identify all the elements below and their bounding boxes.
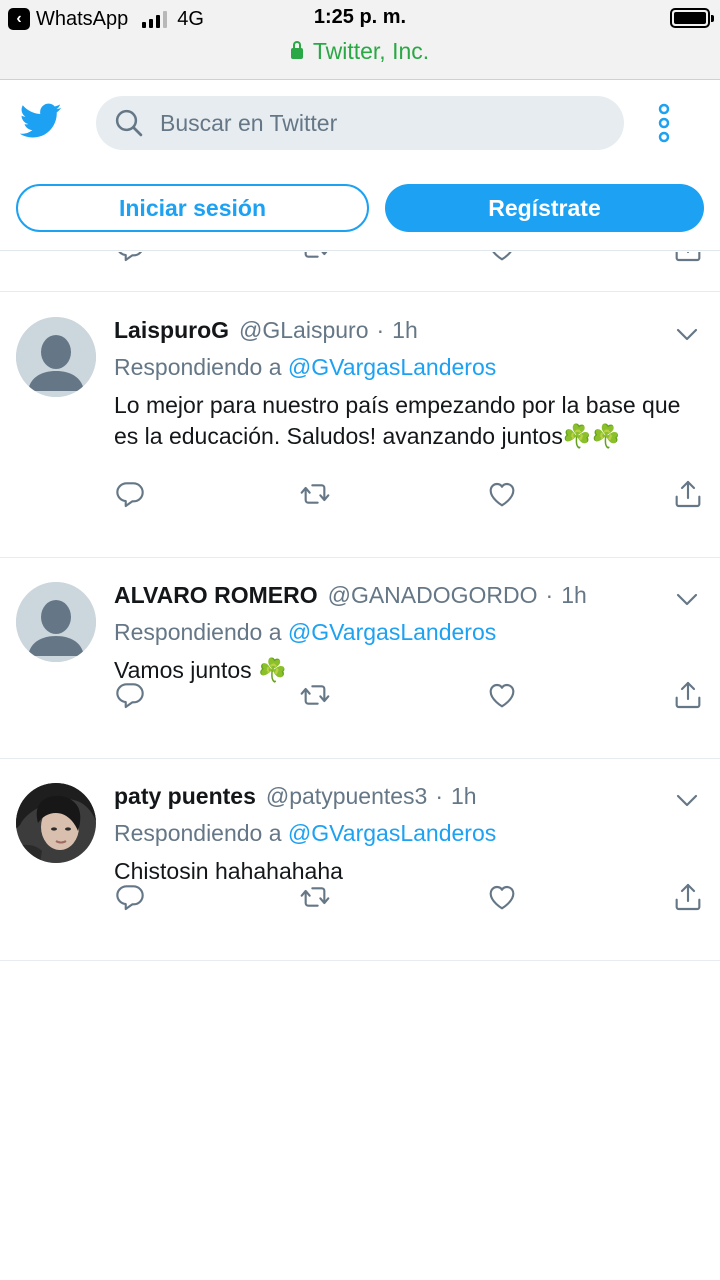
- reply-prefix: Respondiendo a: [114, 820, 282, 846]
- reply-prefix: Respondiendo a: [114, 619, 282, 645]
- action-bar: [114, 881, 708, 913]
- reply-context: Respondiendo a @GVargasLanderos: [114, 820, 696, 850]
- tweet-header: ALVARO ROMERO @GANADOGORDO · 1h: [114, 582, 696, 612]
- tweet-card[interactable]: LaispuroG @GLaispuro · 1h Respondiendo a @GV…: [0, 293, 720, 558]
- separator-dot: ·: [376, 317, 385, 343]
- login-button[interactable]: Iniciar sesión: [16, 184, 369, 232]
- timestamp[interactable]: 1h: [561, 582, 587, 609]
- mention-link[interactable]: @GVargasLanderos: [288, 354, 496, 380]
- reply-icon[interactable]: [114, 252, 146, 264]
- search-icon: [115, 109, 143, 137]
- tweet-text: Lo mejor para nuestro país empezando por…: [114, 392, 681, 449]
- author-name[interactable]: paty puentes: [114, 783, 256, 810]
- avatar[interactable]: [16, 317, 96, 397]
- status-bar: ‹ WhatsApp 4G 1:25 p. m. Twitter, Inc.: [0, 0, 720, 80]
- search-input[interactable]: Buscar en Twitter: [96, 96, 624, 150]
- timestamp[interactable]: 1h: [451, 783, 477, 810]
- site-identity[interactable]: Twitter, Inc.: [0, 38, 720, 65]
- share-icon[interactable]: [672, 252, 704, 264]
- tweet-header: paty puentes @patypuentes3 · 1h: [114, 783, 696, 813]
- like-icon[interactable]: [486, 478, 518, 510]
- like-icon[interactable]: [486, 679, 518, 711]
- share-icon[interactable]: [672, 478, 704, 510]
- reply-icon[interactable]: [114, 881, 146, 913]
- retweet-icon[interactable]: [299, 252, 331, 264]
- chevron-down-icon[interactable]: [676, 328, 698, 342]
- reply-icon[interactable]: [114, 478, 146, 510]
- separator-dot: ·: [435, 783, 444, 809]
- action-bar: [114, 252, 708, 264]
- tweet-card[interactable]: paty puentes @patypuentes3 · 1h Respondiendo…: [0, 759, 720, 961]
- lock-icon: [290, 41, 303, 59]
- reply-context: Respondiendo a @GVargasLanderos: [114, 619, 696, 649]
- tweet-card[interactable]: ALVARO ROMERO @GANADOGORDO · 1h Respondiendo…: [0, 558, 720, 759]
- mention-link[interactable]: @GVargasLanderos: [288, 619, 496, 645]
- author-handle[interactable]: @GANADOGORDO: [328, 582, 538, 609]
- battery-icon: [670, 8, 714, 28]
- clock: 1:25 p. m.: [313, 6, 407, 28]
- chevron-down-icon[interactable]: [676, 593, 698, 607]
- site-name: Twitter, Inc.: [312, 38, 430, 64]
- like-icon[interactable]: [486, 881, 518, 913]
- tweet-body: ALVARO ROMERO @GANADOGORDO · 1h Respondiendo…: [114, 582, 696, 686]
- reply-context: Respondiendo a @GVargasLanderos: [114, 354, 696, 384]
- share-icon[interactable]: [672, 881, 704, 913]
- tweet-header: LaispuroG @GLaispuro · 1h: [114, 317, 696, 347]
- mention-link[interactable]: @GVargasLanderos: [288, 820, 496, 846]
- previous-tweet-actions: [0, 252, 720, 292]
- top-header: Buscar en Twitter Iniciar sesión Regístr…: [0, 81, 720, 251]
- author-name[interactable]: LaispuroG: [114, 317, 229, 344]
- action-bar: [114, 478, 708, 510]
- retweet-icon[interactable]: [299, 881, 331, 913]
- more-options-icon[interactable]: [652, 103, 676, 143]
- like-icon[interactable]: [486, 252, 518, 264]
- author-handle[interactable]: @patypuentes3: [266, 783, 427, 810]
- author-name[interactable]: ALVARO ROMERO: [114, 582, 318, 609]
- avatar[interactable]: [16, 582, 96, 662]
- search-placeholder: Buscar en Twitter: [160, 109, 338, 136]
- signup-button[interactable]: Regístrate: [385, 184, 704, 232]
- twitter-bird-icon[interactable]: [20, 103, 62, 139]
- retweet-icon[interactable]: [299, 478, 331, 510]
- retweet-icon[interactable]: [299, 679, 331, 711]
- action-bar: [114, 679, 708, 711]
- reply-prefix: Respondiendo a: [114, 354, 282, 380]
- tweet-body: paty puentes @patypuentes3 · 1h Respondiendo…: [114, 783, 696, 887]
- chevron-down-icon[interactable]: [676, 794, 698, 808]
- tweet-body: LaispuroG @GLaispuro · 1h Respondiendo a @GV…: [114, 317, 696, 452]
- timestamp[interactable]: 1h: [392, 317, 418, 344]
- avatar[interactable]: [16, 783, 96, 863]
- author-handle[interactable]: @GLaispuro: [239, 317, 368, 344]
- separator-dot: ·: [545, 582, 554, 608]
- reply-icon[interactable]: [114, 679, 146, 711]
- share-icon[interactable]: [672, 679, 704, 711]
